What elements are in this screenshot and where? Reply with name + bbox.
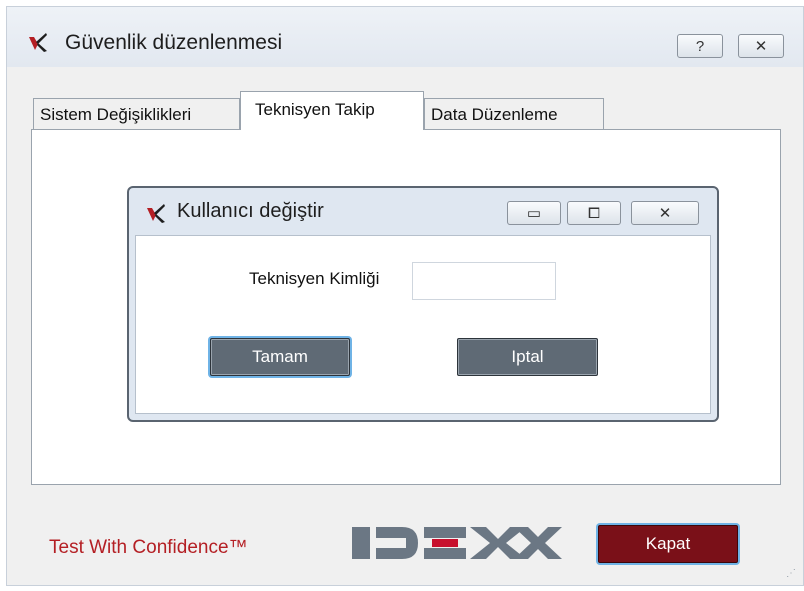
close-app-label: Kapat bbox=[645, 534, 691, 553]
ok-button[interactable]: Tamam bbox=[210, 338, 350, 376]
cancel-button[interactable]: Iptal bbox=[457, 338, 598, 376]
technician-id-input[interactable] bbox=[412, 262, 556, 300]
resize-grip-icon[interactable]: ⋰ bbox=[786, 568, 797, 579]
minimize-icon: ▭ bbox=[526, 204, 542, 222]
maximize-icon: ⧠ bbox=[587, 204, 600, 222]
close-icon: ✕ bbox=[754, 37, 768, 55]
tab-teknisyen-takip[interactable]: Teknisyen Takip bbox=[240, 91, 424, 130]
help-icon: ? bbox=[695, 37, 705, 55]
dialog-body: Teknisyen Kimliği Tamam Iptal bbox=[135, 235, 711, 414]
dialog-minimize-button[interactable]: ▭ bbox=[507, 201, 561, 225]
ok-label: Tamam bbox=[252, 347, 308, 366]
dialog-title: Kullanıcı değiştir bbox=[177, 200, 324, 222]
tab-label: Data Düzenleme bbox=[431, 105, 558, 124]
tab-label: Sistem Değişiklikleri bbox=[40, 105, 192, 124]
cancel-label: Iptal bbox=[511, 347, 544, 366]
technician-id-label: Teknisyen Kimliği bbox=[249, 269, 380, 288]
close-app-button[interactable]: Kapat bbox=[598, 525, 738, 563]
tab-data-duzenleme[interactable]: Data Düzenleme bbox=[424, 98, 604, 130]
change-user-dialog: Kullanıcı değiştir ▭ ⧠ ✕ Teknisyen Kimli… bbox=[127, 186, 719, 422]
dialog-logo-icon bbox=[145, 202, 167, 224]
window-title: Güvenlik düzenlenmesi bbox=[65, 31, 283, 54]
dialog-close-button[interactable]: ✕ bbox=[631, 201, 699, 225]
tab-sistem-degisiklikleri[interactable]: Sistem Değişiklikleri bbox=[33, 98, 240, 130]
help-button[interactable]: ? bbox=[677, 34, 723, 58]
app-logo-icon bbox=[27, 31, 49, 53]
main-window: Güvenlik düzenlenmesi ? ✕ Sistem Değişik… bbox=[6, 6, 804, 586]
idexx-logo bbox=[352, 523, 562, 568]
dialog-maximize-button[interactable]: ⧠ bbox=[567, 201, 621, 225]
close-icon: ✕ bbox=[658, 204, 672, 222]
tab-label: Teknisyen Takip bbox=[255, 100, 375, 119]
close-button[interactable]: ✕ bbox=[738, 34, 784, 58]
tagline: Test With Confidence™ bbox=[49, 537, 248, 558]
title-bar[interactable]: Güvenlik düzenlenmesi ? ✕ bbox=[7, 7, 803, 67]
